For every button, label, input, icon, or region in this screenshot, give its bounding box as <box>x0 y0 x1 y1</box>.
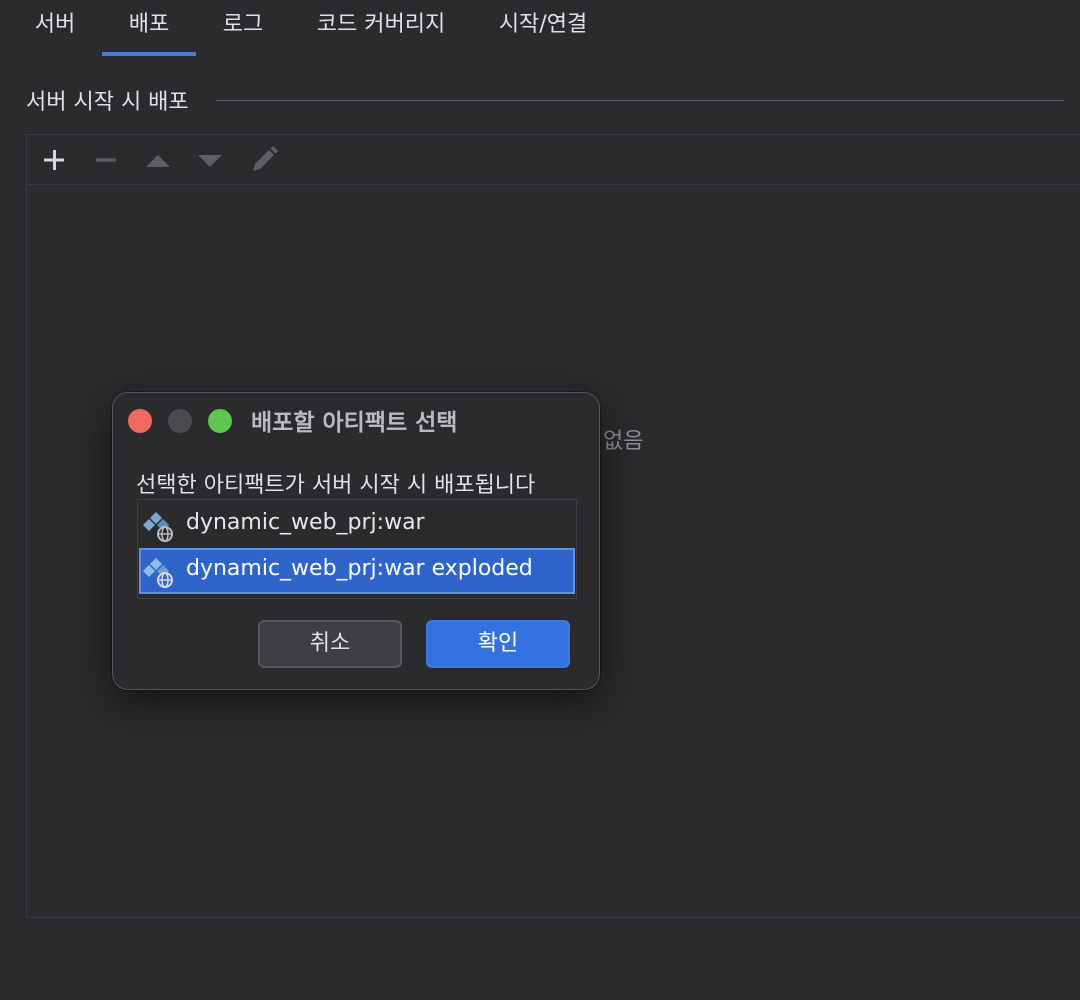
window-close-button[interactable] <box>128 409 152 433</box>
window-maximize-button[interactable] <box>208 409 232 433</box>
cancel-button[interactable]: 취소 <box>258 620 402 668</box>
tab-code-coverage[interactable]: 코드 커버리지 <box>296 0 466 56</box>
dialog-description: 선택한 아티팩트가 서버 시작 시 배포됩니다 <box>136 473 536 498</box>
artifact-label: dynamic_web_prj:war exploded <box>186 556 533 581</box>
tab-startup-connection[interactable]: 시작/연결 <box>482 0 604 56</box>
edit-icon[interactable] <box>247 143 281 177</box>
move-up-icon[interactable] <box>141 143 175 177</box>
remove-icon[interactable] <box>89 143 123 177</box>
web-artifact-icon <box>143 510 175 542</box>
section-divider <box>216 100 1064 101</box>
artifact-item-war-exploded[interactable]: dynamic_web_prj:war exploded <box>139 548 575 594</box>
artifact-item-war[interactable]: dynamic_web_prj:war <box>139 502 575 548</box>
dialog-title: 배포할 아티팩트 선택 <box>251 410 458 436</box>
tab-logs[interactable]: 로그 <box>206 0 280 56</box>
window-minimize-button[interactable] <box>168 409 192 433</box>
artifact-list: dynamic_web_prj:war dynamic_web_prj:war … <box>137 499 577 599</box>
tab-bar: 서버 배포 로그 코드 커버리지 시작/연결 <box>0 0 1080 60</box>
empty-list-text: 없음 <box>603 429 644 454</box>
section-title: 서버 시작 시 배포 <box>26 90 189 115</box>
select-artifact-dialog: 배포할 아티팩트 선택 선택한 아티팩트가 서버 시작 시 배포됩니다 dyna… <box>112 392 600 690</box>
web-artifact-icon <box>143 556 175 588</box>
tab-server[interactable]: 서버 <box>18 0 92 56</box>
deployment-toolbar <box>27 135 1080 185</box>
add-icon[interactable] <box>37 143 71 177</box>
tab-deployment[interactable]: 배포 <box>102 0 196 56</box>
artifact-label: dynamic_web_prj:war <box>186 510 425 535</box>
move-down-icon[interactable] <box>193 143 227 177</box>
ok-button[interactable]: 확인 <box>426 620 570 668</box>
